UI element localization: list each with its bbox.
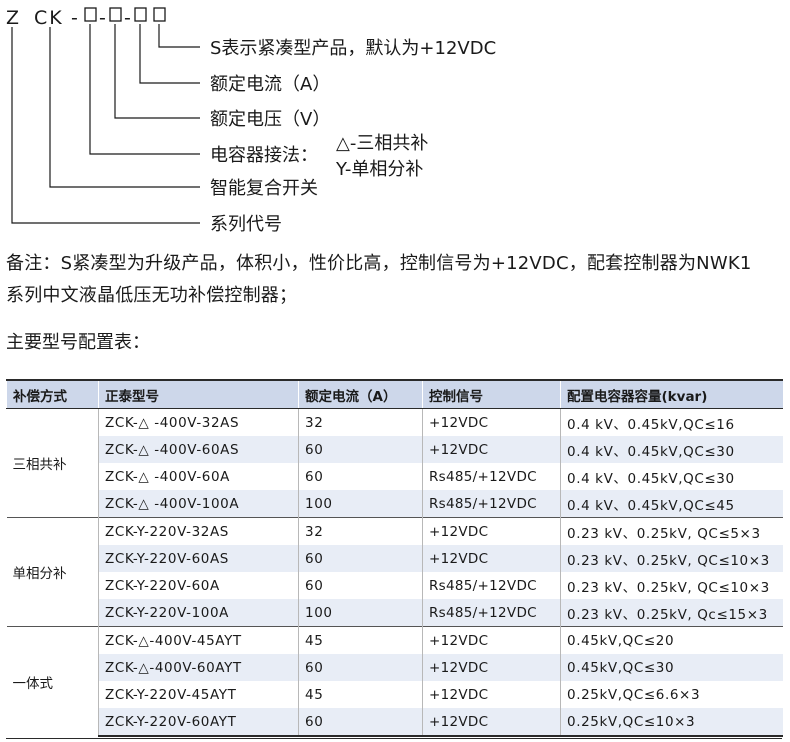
- table-row: ZCK-△ -400V-100A 100 Rs485/+12VDC 0.4 kV…: [7, 490, 783, 518]
- header-rated-current: 额定电流（A）: [298, 379, 423, 409]
- code-letter-z: Z: [6, 7, 19, 29]
- cell-current: 32: [298, 517, 423, 545]
- cell-capacity: 0.23 kV、0.25kV, QC≤5×3: [560, 517, 783, 545]
- leader-line-switch: [49, 27, 200, 188]
- cell-model: ZCK-Y-220V-32AS: [98, 517, 299, 545]
- table-row: 单相分补 ZCK-Y-220V-32AS 32 +12VDC 0.23 kV、0…: [6, 517, 783, 627]
- cell-capacity: 0.4 kV、0.45kV,QC≤30: [560, 463, 783, 490]
- table-row: ZCK-Y-220V-60AYT 60 +12VDC 0.25kV,QC≤10×…: [7, 708, 783, 737]
- cell-model: ZCK-Y-220V-60AS: [98, 545, 299, 572]
- cell-capacity: 0.23 kV、0.25kV, Qc≤15×3: [560, 599, 783, 627]
- leader-line-compact: [158, 24, 200, 48]
- cell-current: 60: [298, 654, 423, 681]
- cell-capacity: 0.4 kV、0.45kV,QC≤45: [560, 490, 783, 518]
- header-compensation-mode: 补偿方式: [6, 379, 99, 409]
- table-row: ZCK-Y-220V-60A 60 Rs485/+12VDC 0.23 kV、0…: [7, 572, 783, 599]
- legend-series-code: 系列代号: [210, 214, 282, 235]
- legend-rated-current: 额定电流（A）: [210, 74, 330, 95]
- table-row: ZCK-Y-220V-45AYT 45 +12VDC 0.25kV,QC≤6.6…: [7, 681, 783, 708]
- cell-model: ZCK-△ -400V-60AS: [98, 436, 299, 463]
- cell-model: ZCK-Y-220V-45AYT: [98, 681, 299, 708]
- cell-current: 100: [298, 490, 423, 518]
- cell-signal: Rs485/+12VDC: [422, 572, 561, 599]
- group-label: 三相共补: [6, 408, 99, 518]
- code-dash-3: -: [124, 7, 131, 29]
- header-model: 正泰型号: [98, 379, 299, 409]
- leader-line-series: [11, 27, 200, 224]
- table-row: ZCK-△ -400V-60AS 60 +12VDC 0.4 kV、0.45kV…: [7, 436, 783, 463]
- leader-line-voltage: [114, 24, 200, 119]
- table-row: ZCK-Y-220V-100A 100 Rs485/+12VDC 0.23 kV…: [7, 599, 783, 627]
- header-control-signal: 控制信号: [422, 379, 561, 409]
- legend-compact: S表示紧凑型产品，默认为+12VDC: [210, 38, 496, 59]
- cell-current: 45: [298, 626, 423, 654]
- legend-option-delta: △-三相共补: [336, 133, 428, 154]
- cell-current: 60: [298, 708, 423, 737]
- cell-model: ZCK-△ -400V-32AS: [98, 408, 299, 436]
- table-row: ZCK-△-400V-60AYT 60 +12VDC 0.45kV,QC≤30: [7, 654, 783, 681]
- code-letters-ck: CK: [34, 7, 64, 29]
- cell-model: ZCK-△-400V-60AYT: [98, 654, 299, 681]
- cell-signal: +12VDC: [422, 545, 561, 572]
- cell-model: ZCK-△ -400V-100A: [98, 490, 299, 518]
- legend-smart-switch: 智能复合开关: [210, 178, 318, 199]
- cell-capacity: 0.25kV,QC≤10×3: [560, 708, 783, 737]
- cell-current: 45: [298, 681, 423, 708]
- cell-model: ZCK-△-400V-45AYT: [98, 626, 299, 654]
- cell-signal: +12VDC: [422, 436, 561, 463]
- cell-current: 100: [298, 599, 423, 627]
- table-row: 一体式 ZCK-△-400V-45AYT 45 +12VDC 0.45kV,QC…: [6, 626, 783, 736]
- model-config-table: 补偿方式 正泰型号 额定电流（A） 控制信号 配置电容器容量(kvar) 三相共…: [6, 379, 783, 737]
- model-code-diagram: Z CK - - - S表示紧凑型产品，默认为+12VDC 额定电流（A） 额定…: [6, 7, 496, 235]
- code-box-connection: [84, 7, 97, 22]
- legend-option-y: Y-单相分补: [335, 159, 423, 180]
- cell-signal: Rs485/+12VDC: [422, 490, 561, 518]
- leader-line-current: [139, 24, 200, 84]
- cell-model: ZCK-△ -400V-60A: [98, 463, 299, 490]
- cell-signal: +12VDC: [422, 654, 561, 681]
- header-capacitor-capacity: 配置电容器容量(kvar): [560, 379, 783, 409]
- cell-model: ZCK-Y-220V-100A: [98, 599, 299, 627]
- cell-capacity: 0.25kV,QC≤6.6×3: [560, 681, 783, 708]
- cell-current: 60: [298, 463, 423, 490]
- cell-current: 60: [298, 436, 423, 463]
- cell-capacity: 0.45kV,QC≤30: [560, 654, 783, 681]
- cell-capacity: 0.45kV,QC≤20: [560, 626, 783, 654]
- cell-signal: +12VDC: [422, 626, 561, 654]
- note-line-2: 系列中文液晶低压无功补偿控制器；: [6, 285, 298, 306]
- cell-capacity: 0.23 kV、0.25kV, QC≤10×3: [560, 545, 783, 572]
- code-box-current: [134, 7, 147, 22]
- cell-model: ZCK-Y-220V-60A: [98, 572, 299, 599]
- table-title: 主要型号配置表：: [6, 332, 150, 353]
- table-row: ZCK-△ -400V-60A 60 Rs485/+12VDC 0.4 kV、0…: [7, 463, 783, 490]
- table-header-row: 补偿方式 正泰型号 额定电流（A） 控制信号 配置电容器容量(kvar): [6, 379, 783, 409]
- cell-signal: +12VDC: [422, 408, 561, 436]
- cell-signal: +12VDC: [422, 681, 561, 708]
- group-label: 单相分补: [6, 517, 99, 627]
- table-row: ZCK-Y-220V-60AS 60 +12VDC 0.23 kV、0.25kV…: [7, 545, 783, 572]
- cell-signal: +12VDC: [422, 708, 561, 737]
- table-row: 三相共补 ZCK-△ -400V-32AS 32 +12VDC 0.4 kV、0…: [6, 408, 783, 518]
- cell-model: ZCK-Y-220V-60AYT: [98, 708, 299, 737]
- cell-capacity: 0.4 kV、0.45kV,QC≤30: [560, 436, 783, 463]
- note-line-1: 备注：S紧凑型为升级产品，体积小，性价比高，控制信号为+12VDC，配套控制器为…: [6, 253, 752, 274]
- leader-lines: [11, 24, 200, 224]
- code-box-compact: [153, 7, 166, 22]
- leader-line-connection: [89, 24, 200, 155]
- code-dash-1: -: [71, 7, 78, 29]
- code-box-voltage: [109, 7, 122, 22]
- cell-capacity: 0.4 kV、0.45kV,QC≤16: [560, 408, 783, 436]
- legend-capacitor-connection: 电容器接法：: [210, 145, 318, 166]
- legend-rated-voltage: 额定电压（V）: [210, 109, 330, 130]
- cell-signal: Rs485/+12VDC: [422, 463, 561, 490]
- cell-signal: +12VDC: [422, 517, 561, 545]
- cell-signal: Rs485/+12VDC: [422, 599, 561, 627]
- cell-current: 60: [298, 545, 423, 572]
- table-bottom-rule: [6, 738, 782, 739]
- cell-current: 60: [298, 572, 423, 599]
- code-dash-2: -: [99, 7, 106, 29]
- cell-current: 32: [298, 408, 423, 436]
- cell-capacity: 0.23 kV、0.25kV, QC≤10×3: [560, 572, 783, 599]
- group-label: 一体式: [6, 626, 99, 736]
